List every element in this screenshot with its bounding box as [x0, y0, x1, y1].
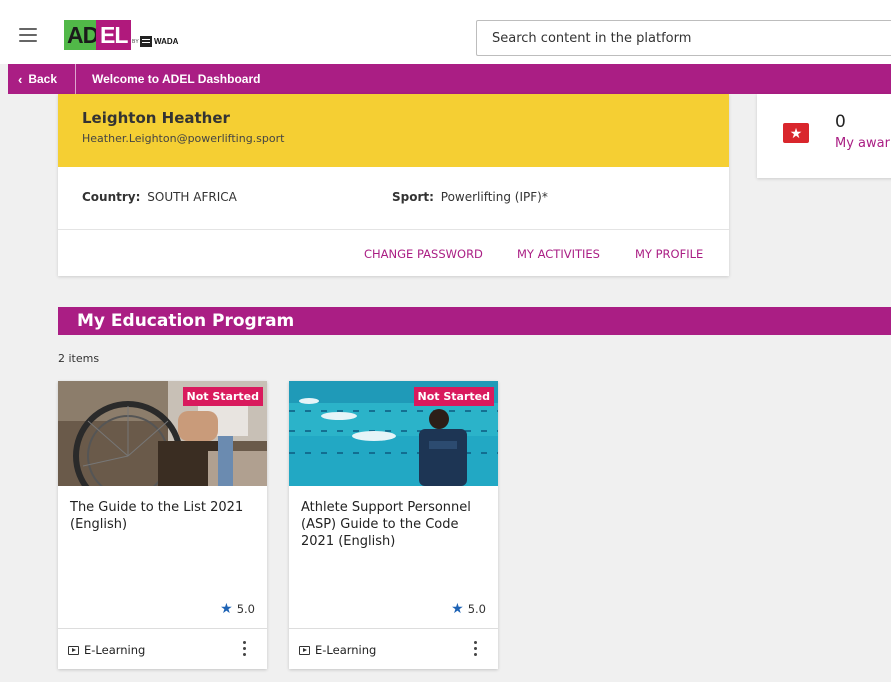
card-footer: E-Learning — [289, 628, 498, 669]
items-count: 2 items — [58, 352, 100, 365]
course-type: E-Learning — [68, 643, 145, 657]
star-icon: ★ — [451, 601, 464, 617]
sport-label: Sport: — [392, 190, 434, 204]
country-info: Country: SOUTH AFRICA — [82, 190, 237, 204]
chevron-left-icon: ‹ — [18, 71, 23, 87]
profile-name: Leighton Heather — [82, 109, 230, 127]
sport-info: Sport: Powerlifting (IPF)* — [392, 190, 548, 204]
star-icon: ★ — [220, 601, 233, 617]
award-ticket-icon: ★ — [783, 123, 809, 143]
top-header: AD EL BY WADA — [0, 0, 891, 64]
country-value: SOUTH AFRICA — [147, 190, 237, 204]
course-card[interactable]: Not Started Athlete Support Personnel (A… — [289, 381, 498, 669]
course-title[interactable]: Athlete Support Personnel (ASP) Guide to… — [301, 499, 491, 550]
course-card[interactable]: Not Started The Guide to the List 2021 (… — [58, 381, 267, 669]
card-footer: E-Learning — [58, 628, 267, 669]
back-label: Back — [28, 72, 58, 86]
video-play-icon — [299, 645, 310, 655]
course-rating: ★ 5.0 — [220, 601, 255, 617]
course-type-label: E-Learning — [84, 643, 146, 657]
search-input[interactable] — [476, 20, 891, 56]
sport-value: Powerlifting (IPF)* — [440, 190, 548, 204]
profile-card: Leighton Heather Heather.Leighton@powerl… — [58, 94, 729, 276]
logo-wada-text: WADA — [154, 37, 179, 46]
change-password-link[interactable]: CHANGE PASSWORD — [364, 247, 483, 261]
awards-count: 0 — [835, 112, 846, 132]
profile-info: Country: SOUTH AFRICA Sport: Powerliftin… — [58, 167, 729, 230]
my-awards-link[interactable]: My awar — [835, 136, 890, 151]
logo-el-text: EL — [96, 20, 132, 50]
course-type: E-Learning — [299, 643, 376, 657]
course-type-label: E-Learning — [315, 643, 377, 657]
video-play-icon — [68, 645, 79, 655]
my-profile-link[interactable]: MY PROFILE — [635, 247, 703, 261]
country-label: Country: — [82, 190, 141, 204]
hamburger-menu-icon[interactable] — [19, 28, 37, 42]
status-badge: Not Started — [413, 387, 494, 406]
adel-logo[interactable]: AD EL BY WADA — [64, 20, 184, 54]
status-badge: Not Started — [182, 387, 263, 406]
education-program-header: My Education Program — [58, 307, 891, 335]
back-button[interactable]: ‹ Back — [8, 64, 76, 94]
rating-value: 5.0 — [467, 602, 486, 616]
logo-by-text: BY — [132, 39, 139, 45]
course-title[interactable]: The Guide to the List 2021 (English) — [70, 499, 260, 533]
profile-header: Leighton Heather Heather.Leighton@powerl… — [58, 94, 729, 167]
profile-links: CHANGE PASSWORD MY ACTIVITIES MY PROFILE — [58, 230, 729, 276]
course-thumbnail-wheelchair: Not Started — [58, 381, 267, 486]
page-title: Welcome to ADEL Dashboard — [92, 72, 261, 86]
nav-bar: ‹ Back Welcome to ADEL Dashboard — [8, 64, 891, 94]
wada-logo-icon — [140, 36, 152, 47]
my-activities-link[interactable]: MY ACTIVITIES — [517, 247, 600, 261]
profile-email: Heather.Leighton@powerlifting.sport — [82, 132, 285, 145]
course-thumbnail-swimming: Not Started — [289, 381, 498, 486]
more-options-icon[interactable] — [243, 641, 247, 657]
awards-card[interactable]: ★ 0 My awar — [757, 94, 891, 178]
more-options-icon[interactable] — [474, 641, 478, 657]
course-rating: ★ 5.0 — [451, 601, 486, 617]
rating-value: 5.0 — [236, 602, 255, 616]
